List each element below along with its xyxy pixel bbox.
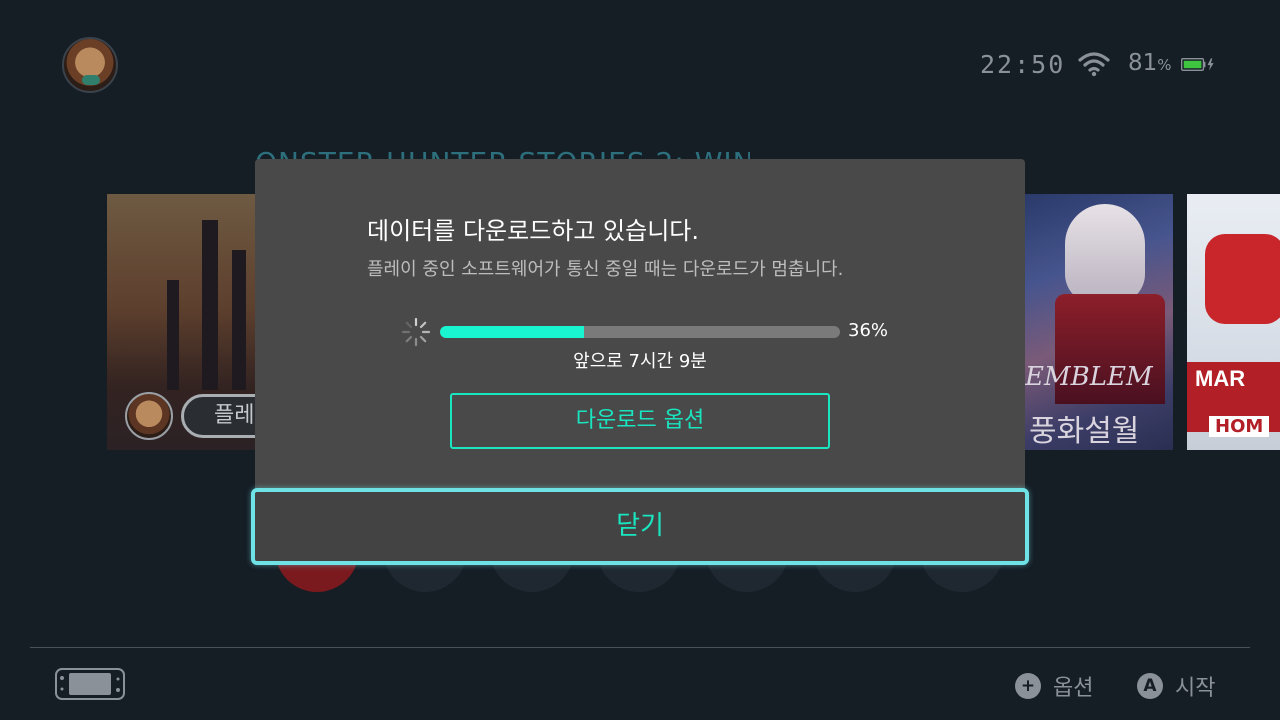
dialog-title: 데이터를 다운로드하고 있습니다. <box>367 217 700 245</box>
battery-charging-icon <box>1181 58 1214 71</box>
game-badge: HOM <box>1209 416 1270 437</box>
options-hint-label: 옵션 <box>1053 676 1094 701</box>
start-hint[interactable]: A 시작 <box>1137 670 1215 702</box>
a-button-icon: A <box>1137 673 1163 699</box>
remaining-time: 앞으로 7시간 9분 <box>573 351 707 372</box>
wifi-icon <box>1078 52 1110 77</box>
download-options-button[interactable]: 다운로드 옵션 <box>450 393 830 449</box>
game-subtitle: 풍화설월 <box>1029 414 1140 449</box>
user-avatar[interactable] <box>62 37 118 93</box>
game-logo: MAR <box>1195 366 1246 391</box>
start-hint-label: 시작 <box>1175 676 1216 701</box>
download-progress-bar <box>440 326 840 338</box>
close-button[interactable]: 닫기 <box>251 488 1029 565</box>
plus-button-icon: + <box>1015 673 1041 699</box>
progress-fill <box>440 326 584 338</box>
game-tile-fire-emblem[interactable]: EMBLEM 풍화설월 <box>1025 194 1173 450</box>
progress-percent: 36% <box>848 320 889 341</box>
game-tile-mario-kart[interactable]: MAR HOM <box>1187 194 1280 450</box>
footer-divider <box>30 647 1250 648</box>
options-hint[interactable]: + 옵션 <box>1015 670 1093 702</box>
game-tile-castle[interactable]: 플레 <box>107 194 267 450</box>
player-avatar <box>125 392 173 440</box>
loading-spinner-icon <box>401 317 431 347</box>
handheld-mode-icon <box>55 668 125 700</box>
game-logo: EMBLEM <box>1025 362 1153 392</box>
battery-percent: 81% <box>1128 50 1172 76</box>
clock: 22:50 <box>980 50 1066 79</box>
dialog-subtitle: 플레이 중인 소프트웨어가 통신 중일 때는 다운로드가 멈춥니다. <box>367 259 844 280</box>
